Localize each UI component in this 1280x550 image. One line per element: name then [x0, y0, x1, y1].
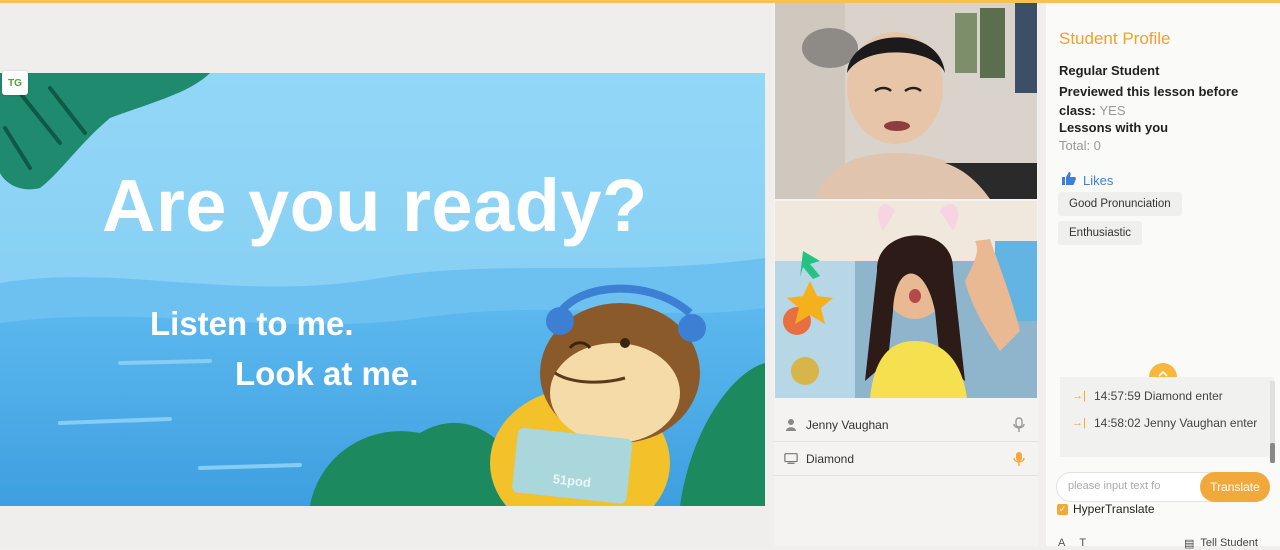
student-video[interactable] [775, 3, 1037, 199]
participant-row-teacher[interactable]: Jenny Vaughan [774, 408, 1038, 442]
chevron-up-icon [1158, 370, 1168, 377]
slide-line-listen: Listen to me. [150, 305, 354, 342]
collapse-button[interactable] [1149, 363, 1177, 377]
monitor-icon [784, 452, 798, 466]
log-text: 14:58:02 Jenny Vaughan enter [1094, 416, 1258, 430]
hypertranslate-label: HyperTranslate [1073, 502, 1155, 516]
student-video-frame [775, 3, 1037, 199]
student-type: Regular Student [1059, 63, 1160, 78]
participant-name: Jenny Vaughan [806, 417, 889, 432]
enter-arrow-icon: →| [1072, 417, 1086, 429]
preview-value: YES [1099, 103, 1126, 118]
slide-illustration: 51pod [0, 73, 765, 506]
hypertranslate-option[interactable]: ✓ HyperTranslate [1057, 502, 1155, 516]
log-entry: →| 14:58:02 Jenny Vaughan enter [1072, 417, 1268, 430]
lessons-label: Lessons with you [1059, 120, 1169, 135]
participant-name: Diamond [806, 451, 855, 466]
like-tag: Good Pronunciation [1058, 192, 1182, 216]
teacher-video-frame [775, 201, 1037, 398]
teacher-video[interactable] [775, 201, 1037, 398]
text-tool-icon[interactable]: T [1079, 537, 1086, 549]
user-icon [784, 418, 798, 432]
slide-title: Are you ready? [102, 164, 648, 247]
log-text: 14:57:59 Diamond enter [1094, 389, 1223, 403]
lessons-total: Total: 0 [1059, 138, 1101, 153]
log-entry: →| 14:57:59 Diamond enter [1072, 390, 1268, 403]
preview-status: Previewed this lesson before class: YES [1059, 82, 1274, 120]
microphone-icon[interactable] [1012, 451, 1026, 467]
tg-badge[interactable]: TG [2, 71, 28, 95]
thumbs-up-icon [1062, 172, 1076, 188]
microphone-icon[interactable] [1012, 416, 1026, 433]
participant-row-student[interactable]: Diamond [774, 442, 1038, 476]
enter-arrow-icon: →| [1072, 390, 1086, 402]
translate-box: Translate [1056, 472, 1270, 502]
profile-title: Student Profile [1059, 29, 1171, 48]
video-column: Jenny Vaughan Diamond [774, 3, 1038, 546]
student-profile-panel: Student Profile Regular Student Previewe… [1046, 3, 1280, 550]
bottom-toolbar: A T [1058, 537, 1086, 549]
likes-header: Likes [1062, 172, 1113, 188]
translate-button[interactable]: Translate [1200, 472, 1270, 502]
likes-label: Likes [1083, 172, 1114, 188]
font-size-icon[interactable]: A [1058, 537, 1065, 549]
lesson-slide: 51pod Are you ready? Listen to me. Look … [0, 73, 765, 506]
log-scroll-thumb[interactable] [1270, 443, 1275, 463]
preview-label: Previewed this lesson before class: [1059, 84, 1239, 118]
slide-line-look: Look at me. [235, 355, 419, 392]
tell-student-label: Tell Student [1200, 537, 1258, 549]
like-tag: Enthusiastic [1058, 221, 1143, 245]
checkbox-checked-icon[interactable]: ✓ [1057, 503, 1068, 515]
translate-input[interactable] [1068, 480, 1194, 492]
tell-student-icon: ▤ [1184, 538, 1195, 550]
tell-student-button[interactable]: ▤ Tell Student [1184, 537, 1258, 550]
lesson-slide-area: TG 51pod Are you ready? Listen to me. Lo… [0, 3, 770, 546]
event-log: →| 14:57:59 Diamond enter →| 14:58:02 Je… [1060, 377, 1274, 457]
